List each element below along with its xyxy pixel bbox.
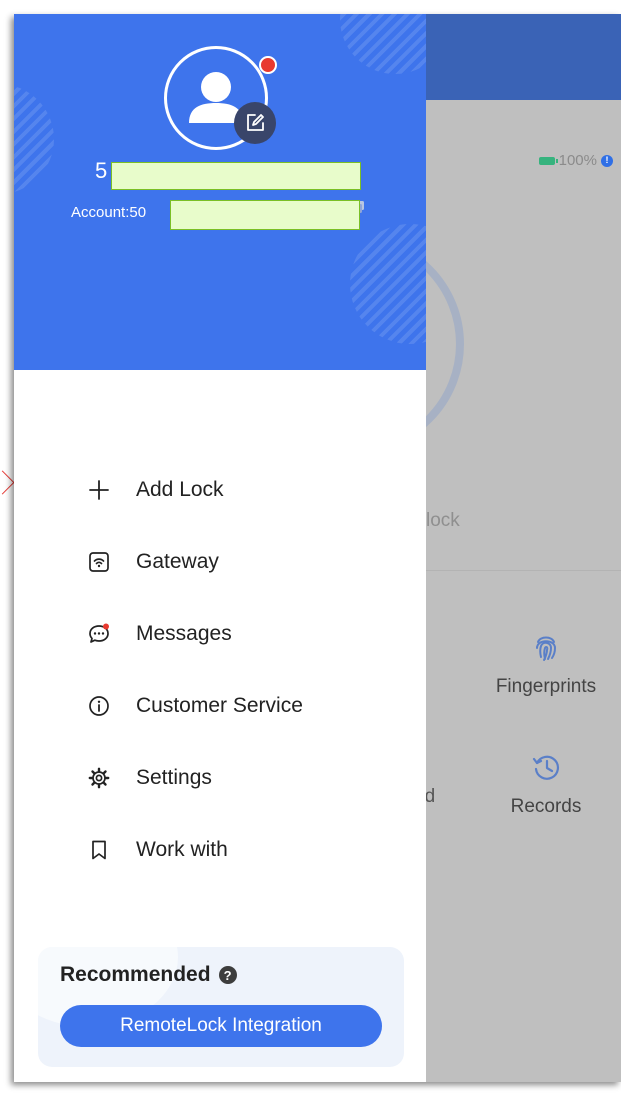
user-name: 5 (95, 158, 108, 183)
info-icon (89, 696, 109, 716)
feature-label: Records (510, 796, 582, 817)
drawer-header: 5 Account:50 (14, 14, 426, 370)
battery-icon (538, 156, 558, 165)
menu-item-customer-service[interactable]: Customer Service (14, 670, 426, 742)
chevron-right-icon (0, 470, 15, 495)
menu-item-label: Messages (136, 622, 232, 645)
menu-item-add-lock[interactable]: Add Lock (14, 454, 426, 526)
decoration (340, 14, 426, 74)
notification-badge (259, 56, 277, 74)
menu-item-label: Gateway (136, 550, 219, 573)
fingerprint-icon (536, 636, 557, 661)
help-icon[interactable]: ? (218, 966, 237, 984)
menu-item-label: Customer Service (136, 694, 303, 717)
recommended-card: Recommended ? RemoteLock Integration (38, 947, 404, 1067)
recommended-title: Recommended ? (60, 963, 237, 987)
feature-fingerprints[interactable]: Fingerprints (481, 630, 611, 698)
lock-label: lock (426, 510, 460, 531)
decoration (14, 84, 54, 194)
phone-screen: 100% ! lock Fingerprints Records 5 Accou… (14, 14, 621, 1082)
bookmark-icon (92, 840, 106, 860)
screenshot-frame: 100% ! lock Fingerprints Records 5 Accou… (0, 0, 621, 1110)
menu-item-messages[interactable]: Messages (14, 598, 426, 670)
redaction-box (111, 162, 361, 190)
menu-item-work-with[interactable]: Work with (14, 814, 426, 886)
plus-icon (89, 480, 109, 500)
gear-icon (88, 767, 110, 789)
menu-item-label: Work with (136, 838, 228, 861)
menu-item-label: Settings (136, 766, 212, 789)
remotelock-integration-button[interactable]: RemoteLock Integration (60, 1005, 382, 1047)
edit-icon (247, 114, 264, 131)
recommended-title-text: Recommended (60, 963, 211, 986)
redaction-box (170, 200, 360, 230)
edit-profile-button[interactable] (234, 102, 276, 144)
navigation-drawer: 5 Account:50 Add Lock Gateway Messages C… (14, 14, 426, 1082)
feature-records[interactable]: Records (481, 750, 611, 818)
menu-item-gateway[interactable]: Gateway (14, 526, 426, 598)
history-icon (532, 755, 560, 780)
battery-status: 100% ! (538, 152, 613, 169)
account-id: Account:50 (71, 204, 147, 221)
messages-icon (89, 623, 109, 643)
battery-level: 100% (558, 152, 597, 169)
drawer-menu: Add Lock Gateway Messages Customer Servi… (14, 454, 426, 886)
menu-item-settings[interactable]: Settings (14, 742, 426, 814)
info-icon[interactable]: ! (601, 154, 613, 167)
decoration (350, 224, 426, 344)
gateway-icon (89, 552, 109, 572)
menu-item-label: Add Lock (136, 478, 224, 501)
feature-label: Fingerprints (495, 676, 597, 697)
